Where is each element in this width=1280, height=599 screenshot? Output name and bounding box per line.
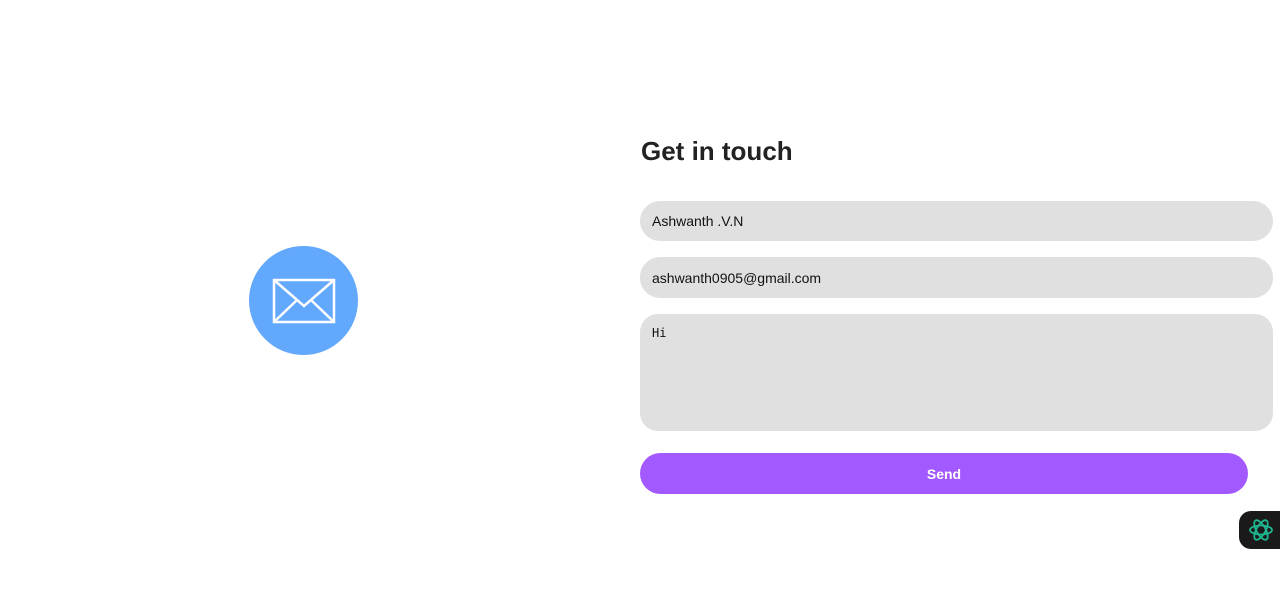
form-title: Get in touch [641,136,793,166]
mail-illustration [249,246,358,355]
send-button[interactable]: Send [640,453,1248,494]
envelope-icon [272,278,335,323]
ai-assistant-icon [1249,519,1273,541]
name-input[interactable] [640,201,1273,241]
assistant-widget-button[interactable] [1239,511,1280,549]
email-input[interactable] [640,257,1273,298]
message-textarea[interactable]: Hi [640,314,1273,431]
contact-page: Get in touch Hi Send [0,0,1280,599]
